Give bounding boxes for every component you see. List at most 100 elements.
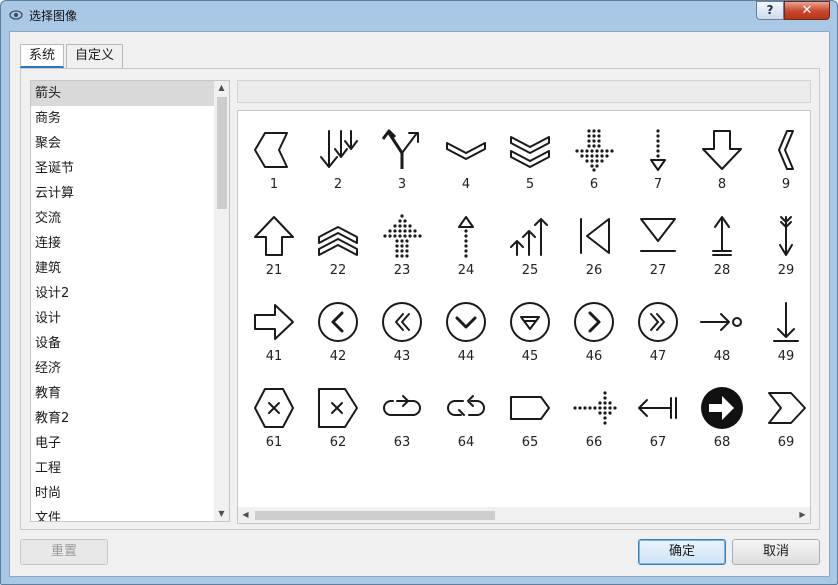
scroll-left-icon[interactable]: ◀ (238, 507, 253, 523)
image-number: 66 (585, 435, 603, 450)
help-button[interactable]: ? (756, 1, 784, 20)
image-tile[interactable]: 1 (242, 117, 306, 203)
tab-custom[interactable]: 自定义 (66, 44, 124, 68)
category-item[interactable]: 设计 (31, 306, 214, 331)
cancel-button[interactable]: 取消 (732, 539, 820, 565)
image-gallery[interactable]: 1 2 3 4 5 6 7 8 9 21 22 23 24 25 26 27 28 29 41 42 43 44 45 46 4… (237, 110, 811, 524)
image-tile[interactable]: 63 (370, 375, 434, 461)
image-tile[interactable]: 22 (306, 203, 370, 289)
category-item[interactable]: 教育2 (31, 406, 214, 431)
image-tile[interactable]: 48 (690, 289, 754, 375)
image-tile[interactable]: 62 (306, 375, 370, 461)
window-title: 选择图像 (29, 9, 78, 23)
triangle-left-bar-icon (580, 218, 610, 254)
image-number: 2 (333, 177, 343, 192)
image-tile[interactable]: 26 (562, 203, 626, 289)
category-item[interactable]: 聚会 (31, 131, 214, 156)
category-item[interactable]: 交流 (31, 206, 214, 231)
chevron-left-narrow-icon (778, 130, 794, 170)
image-tile[interactable]: 24 (434, 203, 498, 289)
image-tile[interactable]: 49 (754, 289, 810, 375)
image-tile[interactable]: 45 (498, 289, 562, 375)
image-tile[interactable]: 21 (242, 203, 306, 289)
category-item[interactable]: 箭头 (31, 81, 214, 106)
image-tile[interactable]: 25 (498, 203, 562, 289)
image-tile[interactable]: 43 (370, 289, 434, 375)
category-item[interactable]: 工程 (31, 456, 214, 481)
image-tile[interactable]: 7 (626, 117, 690, 203)
image-number: 64 (457, 435, 475, 450)
category-list[interactable]: 箭头 商务 聚会 圣诞节 云计算 交流 连接 建筑 设计2 设计 设备 经济 教育 教育2 电子 工程 时尚 文件… (30, 80, 230, 522)
image-tile[interactable]: 3 (370, 117, 434, 203)
ok-button[interactable]: 确定 (638, 539, 726, 565)
dotted-line-arrow-up-icon (458, 216, 474, 258)
dotted-arrow-down-icon (575, 129, 614, 172)
circle-triangle-down-icon (510, 302, 550, 342)
category-item[interactable]: 文件 (31, 506, 214, 521)
reset-button[interactable]: 重置 (20, 539, 108, 565)
image-tile[interactable]: 2 (306, 117, 370, 203)
category-item[interactable]: 云计算 (31, 181, 214, 206)
image-tile[interactable]: 44 (434, 289, 498, 375)
image-tile[interactable]: 4 (434, 117, 498, 203)
category-item[interactable]: 连接 (31, 231, 214, 256)
block-arrow-down-icon (702, 130, 742, 170)
category-item[interactable]: 电子 (31, 431, 214, 456)
image-tile[interactable]: 61 (242, 375, 306, 461)
image-number: 44 (457, 349, 475, 364)
image-number: 46 (585, 349, 603, 364)
image-tile[interactable]: 8 (690, 117, 754, 203)
scroll-thumb[interactable] (217, 97, 227, 209)
image-tile[interactable]: 6 (562, 117, 626, 203)
image-tile[interactable]: 67 (626, 375, 690, 461)
category-item[interactable]: 设备 (31, 331, 214, 356)
image-number: 22 (329, 263, 347, 278)
image-tile[interactable]: 46 (562, 289, 626, 375)
scroll-right-icon[interactable]: ▶ (795, 507, 810, 523)
chevron-right-outline-icon (768, 392, 806, 424)
image-tile[interactable]: 66 (562, 375, 626, 461)
image-tile[interactable]: 69 (754, 375, 810, 461)
image-tile[interactable]: 23 (370, 203, 434, 289)
image-tile[interactable]: 42 (306, 289, 370, 375)
tab-system[interactable]: 系统 (20, 44, 65, 68)
image-number: 65 (521, 435, 539, 450)
image-tile[interactable]: 68 (690, 375, 754, 461)
feathered-arrow-down-icon (779, 216, 793, 256)
scroll-down-icon[interactable]: ▼ (214, 507, 229, 521)
tab-pane: 箭头 商务 聚会 圣诞节 云计算 交流 连接 建筑 设计2 设计 设备 经济 教育 教育2 电子 工程 时尚 文件… (20, 68, 820, 530)
image-filter-bar[interactable] (237, 80, 811, 103)
category-item[interactable]: 时尚 (31, 481, 214, 506)
image-number: 67 (649, 435, 667, 450)
chevron-down-outline-icon (446, 142, 486, 160)
image-tile[interactable]: 27 (626, 203, 690, 289)
category-item[interactable]: 经济 (31, 356, 214, 381)
image-number: 1 (269, 177, 279, 192)
image-tile[interactable]: 29 (754, 203, 810, 289)
scroll-thumb[interactable] (255, 511, 495, 520)
category-item[interactable]: 圣诞节 (31, 156, 214, 181)
category-scrollbar[interactable]: ▲ ▼ (214, 81, 229, 521)
close-button[interactable]: ✕ (784, 1, 830, 20)
scroll-up-icon[interactable]: ▲ (214, 81, 229, 95)
category-item[interactable]: 教育 (31, 381, 214, 406)
image-tile[interactable]: 47 (626, 289, 690, 375)
image-tile[interactable]: 64 (434, 375, 498, 461)
category-item[interactable]: 商务 (31, 106, 214, 131)
image-tile[interactable]: 65 (498, 375, 562, 461)
category-item[interactable]: 设计2 (31, 281, 214, 306)
gallery-scrollbar[interactable]: ◀ ▶ (238, 507, 810, 523)
dialog-client-area: 系统 自定义 箭头 商务 聚会 圣诞节 云计算 交流 连接 建筑 设计2 设计 设备 经济 教育 教育2 电… (9, 31, 830, 577)
image-tile[interactable]: 28 (690, 203, 754, 289)
image-number: 24 (457, 263, 475, 278)
image-number: 41 (265, 349, 283, 364)
arrow-up-base-icon (712, 216, 732, 256)
category-item[interactable]: 建筑 (31, 256, 214, 281)
image-tile[interactable]: 41 (242, 289, 306, 375)
image-tile[interactable]: 9 (754, 117, 810, 203)
dialog-window: 选择图像 ? ✕ 系统 自定义 箭头 商务 聚会 圣诞节 云计算 交流 连接 建筑 设计2 设计设… (0, 0, 838, 585)
title-bar[interactable]: 选择图像 ? ✕ (1, 1, 837, 29)
arrow-right-circle-end-icon (700, 313, 742, 331)
eye-icon (9, 10, 23, 20)
image-tile[interactable]: 5 (498, 117, 562, 203)
